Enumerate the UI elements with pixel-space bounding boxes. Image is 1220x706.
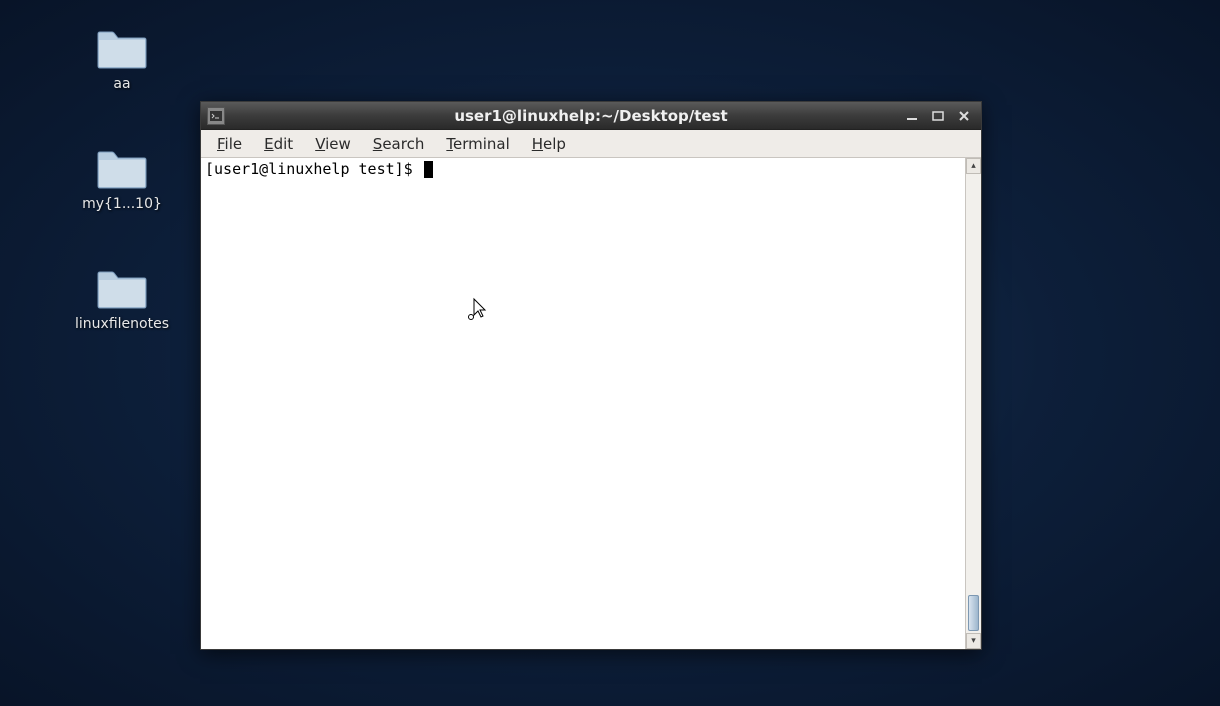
desktop-folder-label: my{1...10} (72, 196, 172, 212)
terminal-app-icon (207, 107, 225, 125)
desktop-folder-aa[interactable]: aa (72, 28, 172, 92)
window-title: user1@linuxhelp:~/Desktop/test (201, 107, 981, 125)
folder-icon (96, 28, 148, 70)
menu-search[interactable]: Search (363, 133, 435, 155)
minimize-button[interactable] (903, 108, 921, 124)
desktop-folder-label: aa (72, 76, 172, 92)
folder-icon (96, 268, 148, 310)
desktop-folder-linuxfilenotes[interactable]: linuxfilenotes (72, 268, 172, 332)
terminal-body: [user1@linuxhelp test]$ ▴ ▾ (201, 158, 981, 649)
folder-icon (96, 148, 148, 190)
terminal-cursor (424, 161, 433, 178)
terminal-prompt: [user1@linuxhelp test]$ (205, 160, 422, 178)
menubar: FileEditViewSearchTerminalHelp (201, 130, 981, 158)
close-button[interactable] (955, 108, 973, 124)
menu-view[interactable]: View (305, 133, 361, 155)
desktop-folder-my[interactable]: my{1...10} (72, 148, 172, 212)
scrollbar-thumb[interactable] (968, 595, 979, 631)
menu-file[interactable]: File (207, 133, 252, 155)
terminal-text-area[interactable]: [user1@linuxhelp test]$ (201, 158, 965, 649)
window-titlebar[interactable]: user1@linuxhelp:~/Desktop/test (201, 102, 981, 130)
scrollbar-down-arrow-icon[interactable]: ▾ (966, 633, 981, 649)
menu-help[interactable]: Help (522, 133, 576, 155)
terminal-scrollbar[interactable]: ▴ ▾ (965, 158, 981, 649)
maximize-button[interactable] (929, 108, 947, 124)
menu-terminal[interactable]: Terminal (436, 133, 519, 155)
scrollbar-up-arrow-icon[interactable]: ▴ (966, 158, 981, 174)
terminal-window: user1@linuxhelp:~/Desktop/test FileEditV… (200, 101, 982, 650)
menu-edit[interactable]: Edit (254, 133, 303, 155)
desktop-folder-label: linuxfilenotes (72, 316, 172, 332)
